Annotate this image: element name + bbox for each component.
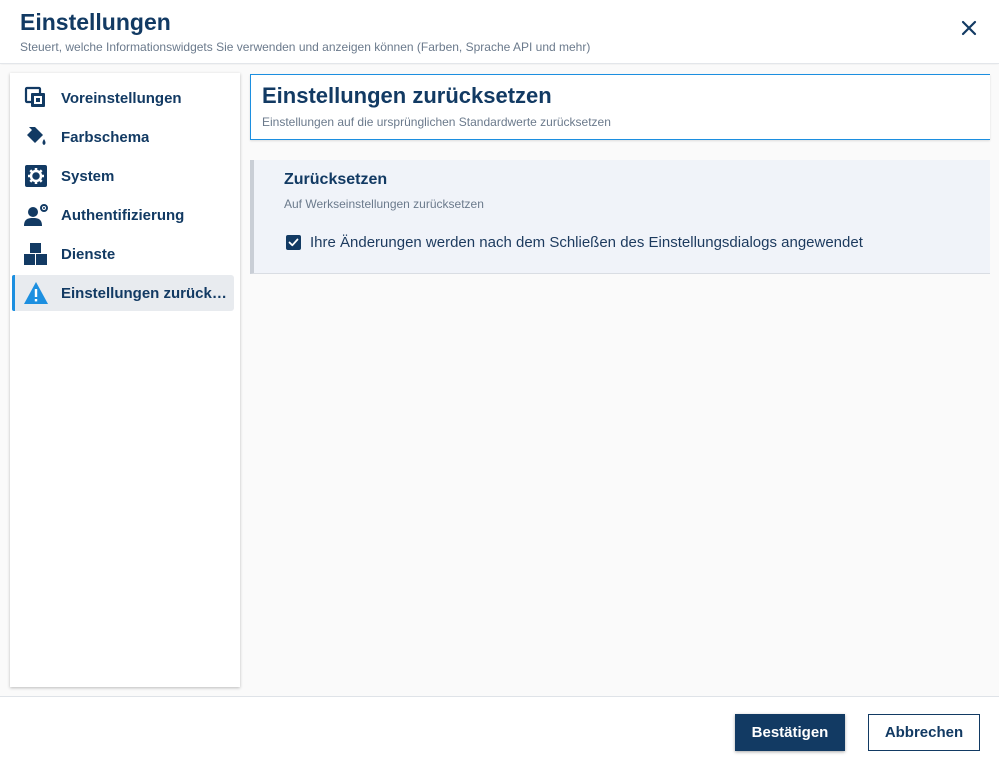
- blocks-icon: [23, 241, 49, 267]
- close-button[interactable]: [959, 18, 979, 38]
- sidebar-item-label: Voreinstellungen: [61, 89, 182, 107]
- close-icon: [961, 20, 977, 36]
- confirm-button[interactable]: Bestätigen: [735, 714, 845, 751]
- sidebar-item-farbschema[interactable]: Farbschema: [12, 119, 234, 155]
- dialog-title: Einstellungen: [20, 9, 171, 35]
- sidebar-item-dienste[interactable]: Dienste: [12, 236, 234, 272]
- sidebar-item-system[interactable]: System: [12, 158, 234, 194]
- sidebar-item-label: Authentifizierung: [61, 206, 185, 224]
- sidebar-item-label: Farbschema: [61, 128, 150, 146]
- sidebar-item-authentifizierung[interactable]: Authentifizierung: [12, 197, 234, 233]
- reset-checkbox[interactable]: [286, 235, 301, 250]
- reset-card: Zurücksetzen Auf Werkseinstellungen zurü…: [250, 160, 990, 274]
- paint-bucket-icon: [23, 124, 49, 150]
- dialog-subtitle: Steuert, welche Informationswidgets Sie …: [20, 40, 591, 54]
- reset-card-subtitle: Auf Werkseinstellungen zurücksetzen: [284, 197, 484, 211]
- user-settings-icon: [23, 202, 49, 228]
- dialog-footer: Bestätigen Abbrechen: [0, 696, 999, 765]
- sidebar-item-label: System: [61, 167, 115, 185]
- dialog-header: Einstellungen Steuert, welche Informatio…: [0, 0, 999, 64]
- presets-icon: [23, 85, 49, 111]
- sidebar-item-voreinstellungen[interactable]: Voreinstellungen: [12, 80, 234, 116]
- section-title: Einstellungen zurücksetzen: [262, 83, 552, 108]
- settings-sidebar: Voreinstellungen Farbschema System Authe…: [10, 73, 240, 687]
- checkmark-icon: [288, 238, 299, 247]
- sidebar-item-einstellungen-zuruecksetzen[interactable]: Einstellungen zurücks…: [12, 275, 234, 311]
- settings-content: Einstellungen zurücksetzen Einstellungen…: [250, 73, 999, 687]
- dialog-body: Voreinstellungen Farbschema System Authe…: [0, 65, 999, 696]
- reset-card-title: Zurücksetzen: [284, 171, 388, 188]
- reset-checkbox-row[interactable]: Ihre Änderungen werden nach dem Schließe…: [286, 234, 863, 251]
- warning-icon: [23, 280, 49, 306]
- cancel-button[interactable]: Abbrechen: [868, 714, 980, 751]
- reset-checkbox-label: Ihre Änderungen werden nach dem Schließe…: [310, 234, 863, 251]
- sidebar-item-label: Dienste: [61, 245, 116, 263]
- gear-icon: [23, 163, 49, 189]
- section-subtitle: Einstellungen auf die ursprünglichen Sta…: [262, 115, 611, 129]
- section-header: Einstellungen zurücksetzen Einstellungen…: [250, 74, 990, 140]
- sidebar-item-label: Einstellungen zurücks…: [61, 284, 231, 302]
